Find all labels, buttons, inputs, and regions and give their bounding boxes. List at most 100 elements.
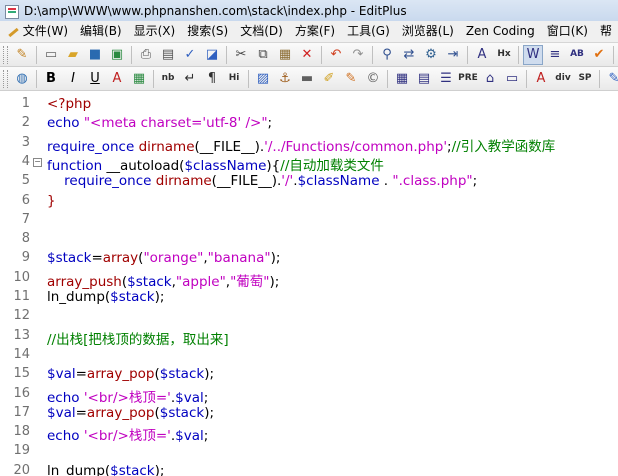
hr-icon[interactable]: ▬ <box>297 69 317 89</box>
menu-item[interactable]: 工具(G) <box>341 21 396 42</box>
anchor-icon[interactable]: ⚓ <box>275 69 295 89</box>
menu-item[interactable]: 编辑(B) <box>74 21 128 42</box>
code-text[interactable]: require_once dirname(__FILE__).'/../Func… <box>47 135 555 155</box>
font-icon[interactable]: A <box>472 45 492 65</box>
code-token: function <box>47 157 107 174</box>
open-folder-icon[interactable]: ▰ <box>63 45 83 65</box>
code-token: $stack <box>159 404 205 421</box>
font-tag-icon[interactable]: A <box>531 69 551 89</box>
menu-bar: 文件(W) 编辑(B) 显示(X) 搜索(S) 文档(D) 方案(F) 工具(G) 浏览器(L… <box>0 21 618 43</box>
bold-icon[interactable]: B <box>41 69 61 89</box>
code-editor[interactable]: 1 <?php 2 echo "<meta charset='utf-8' />"; 3… <box>0 92 618 476</box>
menu-item[interactable]: 浏览器(L) <box>396 21 460 42</box>
print-icon[interactable]: ⎙ <box>136 45 156 65</box>
paste-icon[interactable]: ▦ <box>275 45 295 65</box>
column-select-icon[interactable]: AB <box>567 45 587 65</box>
new-file-icon[interactable]: ▭ <box>41 45 61 65</box>
code-text[interactable]: $stack=array("orange","banana"); <box>47 250 280 266</box>
pre-icon[interactable]: PRE <box>458 69 478 89</box>
tag-icon[interactable]: ⌂ <box>480 69 500 89</box>
toolbar-separator <box>387 69 388 88</box>
menu-item[interactable]: 窗口(K) <box>541 21 594 42</box>
hex-icon[interactable]: Hx <box>494 45 514 65</box>
pencil-icon[interactable]: ✎ <box>12 45 32 65</box>
table-icon[interactable]: ▦ <box>392 69 412 89</box>
edit-tag-icon[interactable]: ✎ <box>341 69 361 89</box>
redo-icon[interactable]: ↷ <box>348 45 368 65</box>
code-text[interactable]: ln_dump($stack); <box>47 289 164 305</box>
toolbar-separator <box>467 45 468 64</box>
find-icon[interactable]: ⚲ <box>377 45 397 65</box>
code-text[interactable]: $val=array_pop($stack); <box>47 405 214 421</box>
code-text[interactable]: } <box>47 193 56 209</box>
save-icon[interactable]: ■ <box>85 45 105 65</box>
code-line: 3 require_once dirname(__FILE__).'/../Fun… <box>0 135 618 155</box>
menu-item[interactable]: 文档(D) <box>234 21 289 42</box>
underline-icon[interactable]: U <box>85 69 105 89</box>
code-text[interactable]: $val=array_pop($stack); <box>47 366 214 382</box>
code-token: array_pop <box>86 404 155 421</box>
code-token: echo <box>47 115 84 132</box>
replace-icon[interactable]: ⇄ <box>399 45 419 65</box>
toolbar-grip[interactable] <box>3 69 8 88</box>
code-text[interactable]: //出栈[把栈顶的数据，取出来] <box>47 328 229 348</box>
menu-item[interactable]: 方案(F) <box>289 21 341 42</box>
code-token: echo <box>47 428 84 445</box>
toolbar-separator <box>131 45 132 64</box>
color-grid-icon[interactable]: ▦ <box>129 69 149 89</box>
menu-item[interactable]: 文件(W) <box>17 21 74 42</box>
br-icon[interactable]: ↵ <box>180 69 200 89</box>
span-icon[interactable]: SP <box>575 69 595 89</box>
menu-item[interactable]: Zen Coding <box>460 21 541 42</box>
toolbar-separator <box>248 69 249 88</box>
code-line: 11 ln_dump($stack); <box>0 289 618 308</box>
copy-icon[interactable]: ⧉ <box>253 45 273 65</box>
save-all-icon[interactable]: ▣ <box>107 45 127 65</box>
spell-check-icon[interactable]: ✓ <box>180 45 200 65</box>
form-icon[interactable]: ▤ <box>414 69 434 89</box>
input-icon[interactable]: ▭ <box>502 69 522 89</box>
toolbar-separator <box>599 69 600 88</box>
code-text[interactable]: echo "<meta charset='utf-8' />"; <box>47 115 272 131</box>
toolbar-separator <box>372 45 373 64</box>
code-text[interactable]: echo '<br/>栈顶='.$val; <box>47 386 208 406</box>
undo-icon[interactable]: ↶ <box>326 45 346 65</box>
print-preview-icon[interactable]: ▤ <box>158 45 178 65</box>
code-token: ; <box>267 115 273 132</box>
menu-item[interactable]: 帮 <box>594 21 618 42</box>
menu-item[interactable]: 显示(X) <box>128 21 182 42</box>
marker-icon[interactable]: ✐ <box>319 69 339 89</box>
font-color-icon[interactable]: A <box>107 69 127 89</box>
delete-icon[interactable]: ✕ <box>297 45 317 65</box>
code-text[interactable]: array_push($stack,"apple","葡萄"); <box>47 270 279 290</box>
code-text[interactable]: require_once dirname(__FILE__).'/'.$clas… <box>47 173 477 189</box>
copyright-icon[interactable]: © <box>363 69 383 89</box>
toolbar-grip[interactable] <box>3 45 8 64</box>
script-icon[interactable]: ✎ <box>604 69 618 89</box>
code-token: ".class.php" <box>392 173 473 190</box>
ruler-icon[interactable]: ≡ <box>545 45 565 65</box>
code-text[interactable]: echo '<br/>栈顶='.$val; <box>47 424 208 444</box>
nbsp-icon[interactable]: nb <box>158 69 178 89</box>
fold-toggle-icon[interactable]: − <box>33 157 42 167</box>
italic-icon[interactable]: I <box>63 69 83 89</box>
list-icon[interactable]: ☰ <box>436 69 456 89</box>
paragraph-icon[interactable]: ¶ <box>202 69 222 89</box>
menu-item[interactable]: 搜索(S) <box>181 21 234 42</box>
heading-icon[interactable]: Hi <box>224 69 244 89</box>
code-token: ){ <box>266 157 281 174</box>
editplus-app-icon <box>4 4 19 19</box>
div-icon[interactable]: div <box>553 69 573 89</box>
code-text[interactable]: function __autoload($className){//自动加载类文… <box>47 154 384 174</box>
line-number: 2 <box>21 115 30 131</box>
image-icon[interactable]: ▨ <box>253 69 273 89</box>
code-text[interactable]: <?php <box>47 96 91 112</box>
goto-icon[interactable]: ⇥ <box>443 45 463 65</box>
word-wrap-icon[interactable]: W <box>523 44 543 65</box>
check-icon[interactable]: ✔ <box>589 45 609 65</box>
find-in-files-icon[interactable]: ⚙ <box>421 45 441 65</box>
html-preview-icon[interactable]: ◪ <box>202 45 222 65</box>
code-text[interactable]: ln_dump($stack); <box>47 463 164 476</box>
cut-icon[interactable]: ✂ <box>231 45 251 65</box>
globe-icon[interactable]: ◍ <box>12 69 32 89</box>
